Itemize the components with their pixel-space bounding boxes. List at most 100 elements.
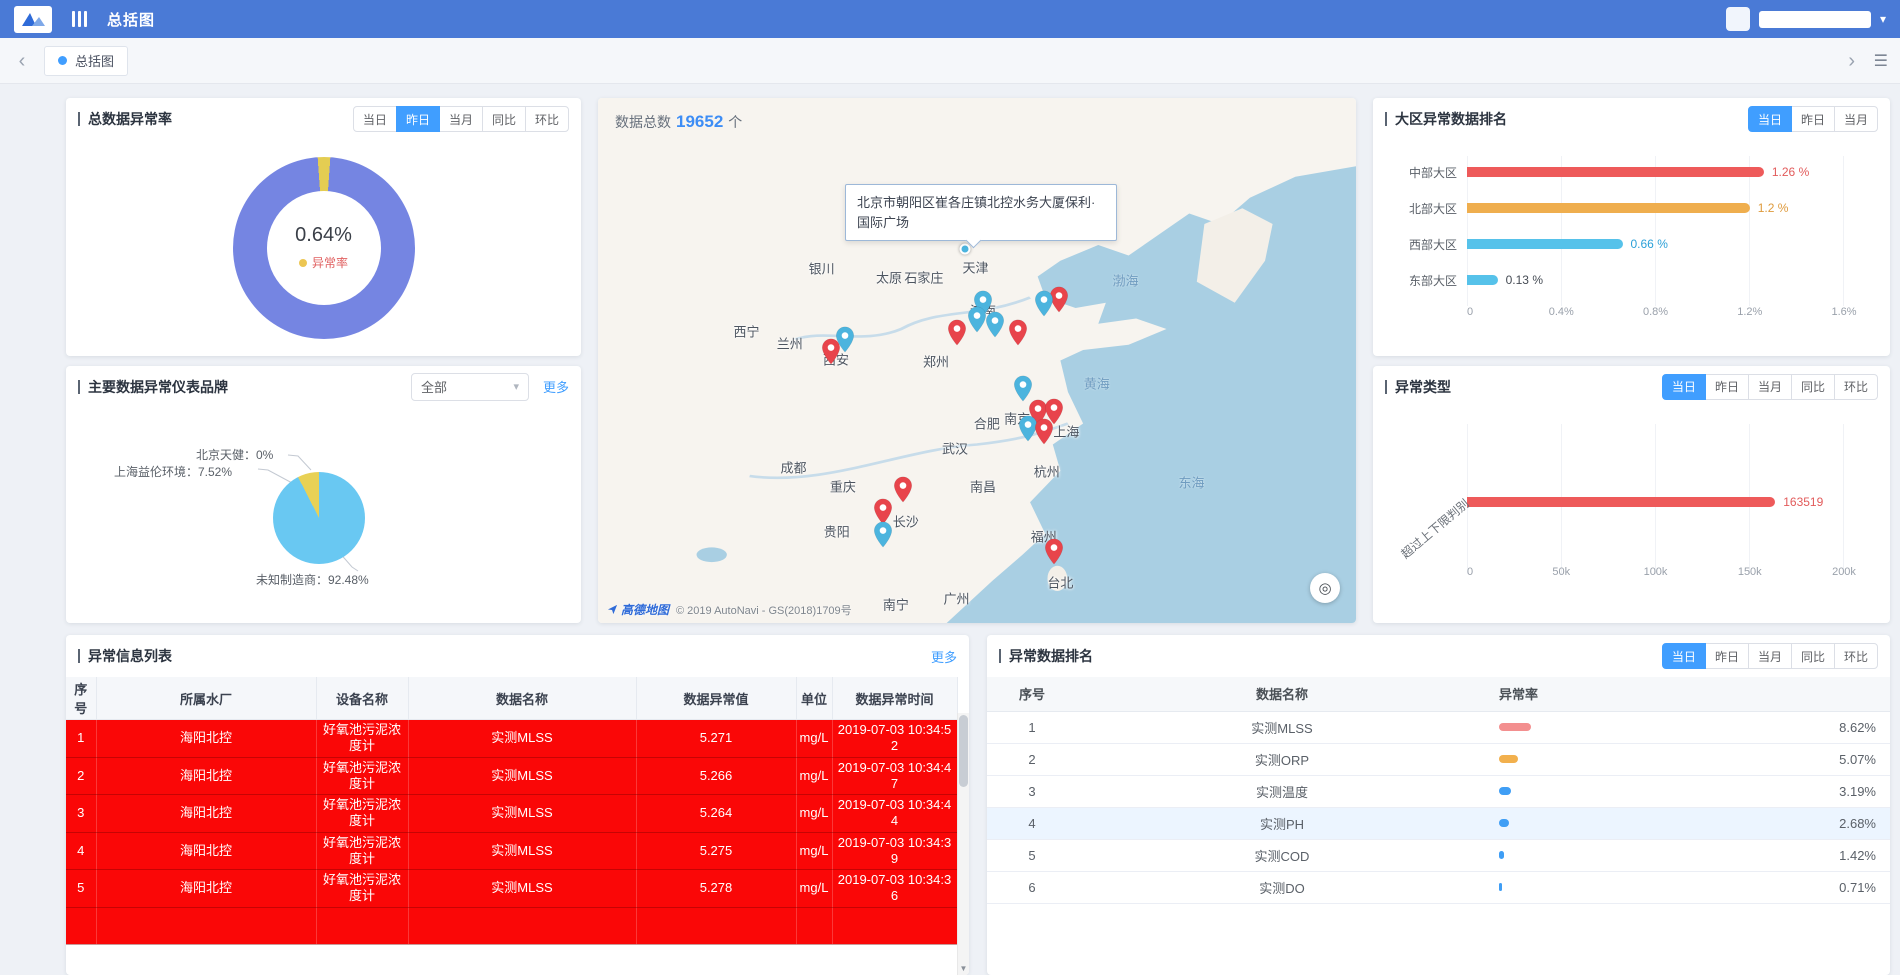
filter-button-当月[interactable]: 当月 bbox=[1748, 374, 1792, 400]
filter-button-昨日[interactable]: 昨日 bbox=[396, 106, 440, 132]
map-pin-red[interactable] bbox=[1008, 319, 1027, 349]
pin-icon bbox=[1045, 538, 1064, 565]
filter-button-同比[interactable]: 同比 bbox=[1791, 374, 1835, 400]
filter-button-昨日[interactable]: 昨日 bbox=[1705, 643, 1749, 669]
tabbar-right: › ☰ bbox=[1842, 51, 1888, 71]
filter-button-当月[interactable]: 当月 bbox=[1748, 643, 1792, 669]
map-pin-blue[interactable] bbox=[874, 521, 893, 551]
map-pin-blue[interactable] bbox=[959, 244, 970, 255]
tabs-scroll-right-icon[interactable]: › bbox=[1842, 51, 1862, 71]
map-locate-button[interactable]: ◎ bbox=[1310, 573, 1340, 603]
bar[interactable] bbox=[1467, 167, 1764, 177]
user-name-redacted[interactable] bbox=[1759, 11, 1871, 28]
alarm-cell: 5 bbox=[66, 870, 96, 908]
rate-bar[interactable] bbox=[1499, 883, 1502, 891]
title-bar-decoration bbox=[78, 649, 80, 663]
alarm-cell: 实测MLSS bbox=[408, 757, 636, 795]
scrollbar[interactable]: ▼ bbox=[957, 713, 969, 975]
scrollbar-thumb[interactable] bbox=[959, 715, 968, 787]
map-pin-blue[interactable] bbox=[1034, 290, 1053, 320]
rank-name-cell: 实测PH bbox=[1077, 807, 1487, 839]
menu-collapse-icon[interactable] bbox=[68, 7, 91, 31]
map-pin-blue[interactable] bbox=[986, 311, 1005, 341]
axis-tick-label: 50k bbox=[1552, 566, 1570, 578]
rank-no-cell: 3 bbox=[987, 775, 1077, 807]
tabs-menu-icon[interactable]: ☰ bbox=[1874, 51, 1888, 71]
map-tooltip: 北京市朝阳区崔各庄镇北控水务大厦保利·国际广场 bbox=[845, 184, 1117, 241]
brand-more-link[interactable]: 更多 bbox=[543, 377, 569, 396]
card-title: 异常类型 bbox=[1395, 377, 1451, 397]
filter-button-当日[interactable]: 当日 bbox=[353, 106, 397, 132]
tabs-scroll-left-icon[interactable]: ‹ bbox=[12, 51, 32, 71]
brand-filter-select[interactable]: 全部 ▾ bbox=[411, 373, 529, 401]
amap-logo[interactable]: 高德地图 bbox=[607, 601, 669, 618]
rank-table-row[interactable]: 4实测PH2.68% bbox=[987, 807, 1890, 839]
alarm-table-row[interactable] bbox=[66, 907, 957, 944]
filter-button-环比[interactable]: 环比 bbox=[1834, 643, 1878, 669]
topbar: 总括图 ▾ bbox=[0, 0, 1900, 38]
filter-button-昨日[interactable]: 昨日 bbox=[1705, 374, 1749, 400]
rank-table-row[interactable]: 1实测MLSS8.62% bbox=[987, 711, 1890, 743]
alarm-table-row[interactable]: 1海阳北控好氧池污泥浓度计实测MLSS5.271mg/L2019-07-03 1… bbox=[66, 720, 957, 758]
filter-button-当日[interactable]: 当日 bbox=[1748, 106, 1792, 132]
bar[interactable] bbox=[1467, 497, 1775, 507]
alarm-cell: mg/L bbox=[796, 795, 832, 833]
map-pin-red[interactable] bbox=[821, 338, 840, 368]
tab-overview[interactable]: 总括图 bbox=[44, 46, 128, 76]
table-header-row: 序号所属水厂设备名称数据名称数据异常值单位数据异常时间 bbox=[66, 677, 957, 720]
filter-button-昨日[interactable]: 昨日 bbox=[1791, 106, 1835, 132]
rate-value: 0.71% bbox=[1839, 880, 1876, 895]
user-menu-caret-icon[interactable]: ▾ bbox=[1880, 12, 1886, 26]
map-pin-red[interactable] bbox=[894, 476, 913, 506]
filter-button-当月[interactable]: 当月 bbox=[439, 106, 483, 132]
rate-cell: 0.71% bbox=[1487, 880, 1890, 895]
rate-bar[interactable] bbox=[1499, 723, 1531, 731]
pin-icon bbox=[947, 319, 966, 346]
rank-table-row[interactable]: 6实测DO0.71% bbox=[987, 871, 1890, 903]
filter-button-环比[interactable]: 环比 bbox=[525, 106, 569, 132]
alarm-cell: 海阳北控 bbox=[96, 757, 316, 795]
rate-bar[interactable] bbox=[1499, 755, 1518, 763]
bar[interactable] bbox=[1467, 275, 1498, 285]
table-header-row: 序号数据名称异常率 bbox=[987, 677, 1890, 711]
rate-cell: 5.07% bbox=[1487, 752, 1890, 767]
bar[interactable] bbox=[1467, 203, 1750, 213]
filter-button-当月[interactable]: 当月 bbox=[1834, 106, 1878, 132]
rate-bar[interactable] bbox=[1499, 819, 1509, 827]
user-avatar[interactable] bbox=[1726, 7, 1750, 31]
data-rank-card: 异常数据排名 当日昨日当月同比环比 序号数据名称异常率 1实测MLSS8.62%… bbox=[987, 635, 1890, 975]
alarm-cell: mg/L bbox=[796, 720, 832, 758]
filter-button-同比[interactable]: 同比 bbox=[482, 106, 526, 132]
scrollbar-down-icon[interactable]: ▼ bbox=[958, 961, 969, 975]
alarm-cell: 5.275 bbox=[636, 832, 796, 870]
filter-button-环比[interactable]: 环比 bbox=[1834, 374, 1878, 400]
alarm-table-row[interactable]: 3海阳北控好氧池污泥浓度计实测MLSS5.264mg/L2019-07-03 1… bbox=[66, 795, 957, 833]
rate-bar[interactable] bbox=[1499, 851, 1504, 859]
app-logo[interactable] bbox=[14, 6, 52, 33]
bar-track: 1.26 % bbox=[1467, 167, 1844, 177]
anomaly-list-more-link[interactable]: 更多 bbox=[931, 647, 957, 666]
rank-rate-cell: 0.71% bbox=[1487, 871, 1890, 903]
rank-table-row[interactable]: 3实测温度3.19% bbox=[987, 775, 1890, 807]
filter-button-当日[interactable]: 当日 bbox=[1662, 643, 1706, 669]
rank-rate-cell: 3.19% bbox=[1487, 775, 1890, 807]
brand-pie[interactable] bbox=[273, 472, 365, 564]
page-title: 总括图 bbox=[107, 9, 155, 30]
rank-table-row[interactable]: 5实测COD1.42% bbox=[987, 839, 1890, 871]
donut-legend[interactable]: 异常率 bbox=[299, 254, 348, 271]
anomaly-rate-donut[interactable]: 0.64% 异常率 bbox=[233, 157, 415, 339]
alarm-table-row[interactable]: 4海阳北控好氧池污泥浓度计实测MLSS5.275mg/L2019-07-03 1… bbox=[66, 832, 957, 870]
map-pin-red[interactable] bbox=[1045, 538, 1064, 568]
alarm-table-row[interactable]: 5海阳北控好氧池污泥浓度计实测MLSS5.278mg/L2019-07-03 1… bbox=[66, 870, 957, 908]
pin-icon bbox=[894, 476, 913, 503]
filter-button-当日[interactable]: 当日 bbox=[1662, 374, 1706, 400]
alarm-table-row[interactable]: 2海阳北控好氧池污泥浓度计实测MLSS5.266mg/L2019-07-03 1… bbox=[66, 757, 957, 795]
bar[interactable] bbox=[1467, 239, 1623, 249]
bar-row: 超过上下限判别163519 bbox=[1383, 484, 1844, 520]
map-pin-red[interactable] bbox=[1034, 418, 1053, 448]
rank-table-row[interactable]: 2实测ORP5.07% bbox=[987, 743, 1890, 775]
filter-button-同比[interactable]: 同比 bbox=[1791, 643, 1835, 669]
map-pin-blue[interactable] bbox=[968, 306, 987, 336]
rate-bar[interactable] bbox=[1499, 787, 1511, 795]
map-pin-red[interactable] bbox=[947, 319, 966, 349]
